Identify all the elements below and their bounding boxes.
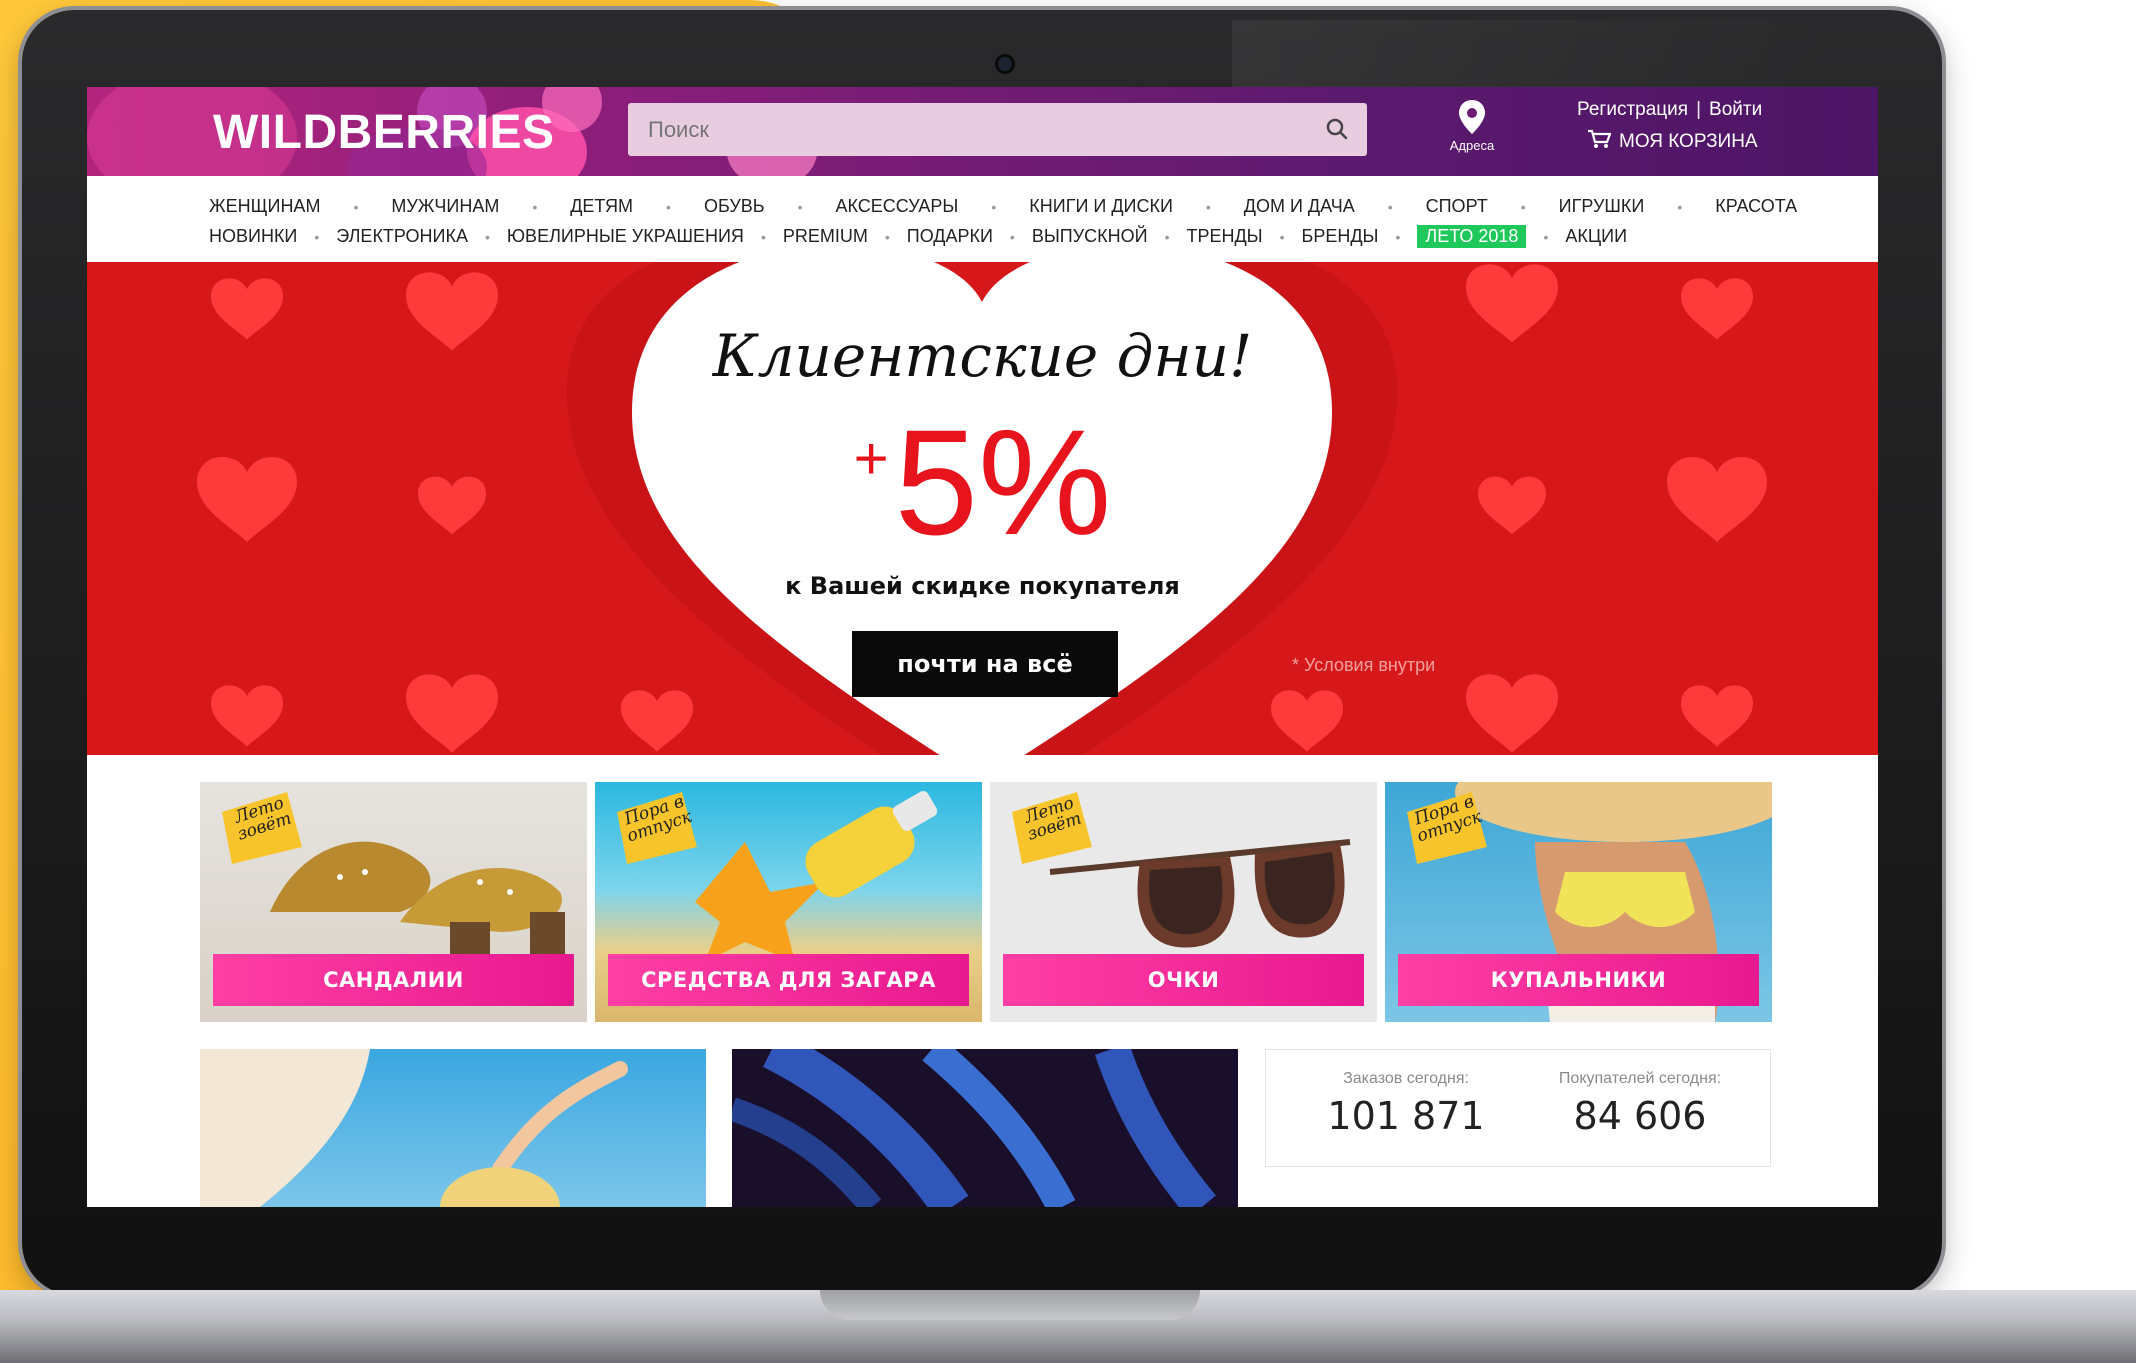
site-header: WILDBERRIES Адреса Регистрация | Войти <box>87 87 1878 176</box>
category-tiles: Лето зовёт САНДАЛИИ Пора в отпуск СРЕДСТ… <box>200 782 1774 1022</box>
cart-icon <box>1587 129 1612 155</box>
category-nav: ЖЕНЩИНАМ • МУЖЧИНАМ • ДЕТЯМ • ОБУВЬ • АКСЕССУАРЫ… <box>87 176 1878 262</box>
nav-item[interactable]: ЖЕНЩИНАМ <box>209 196 320 217</box>
auth-block: Регистрация | Войти МОЯ КОРЗИНА <box>1577 99 1762 155</box>
category-tile-sandals[interactable]: Лето зовёт САНДАЛИИ <box>200 782 587 1022</box>
nav-item[interactable]: КНИГИ И ДИСКИ <box>1029 196 1173 217</box>
nav-item[interactable]: ДЕТЯМ <box>570 196 633 217</box>
nav-item[interactable]: ЭЛЕКТРОНИКА <box>336 226 468 247</box>
sticker: Лето зовёт <box>212 792 304 868</box>
category-tile-sunscreen[interactable]: Пора в отпуск СРЕДСТВА ДЛЯ ЗАГАРА <box>595 782 982 1022</box>
cart-label: МОЯ КОРЗИНА <box>1619 131 1758 152</box>
category-tile-glasses[interactable]: Лето зовёт ОЧКИ <box>990 782 1377 1022</box>
tropical-image <box>732 1049 1216 1207</box>
nav-item[interactable]: ЮВЕЛИРНЫЕ УКРАШЕНИЯ <box>507 226 744 247</box>
nav-separator: • <box>991 198 997 215</box>
nav-item[interactable]: МУЖЧИНАМ <box>391 196 499 217</box>
address-label: Адреса <box>1449 138 1495 153</box>
search-input[interactable] <box>628 103 1367 156</box>
nav-item[interactable]: АКЦИИ <box>1565 226 1627 247</box>
nav-item[interactable]: ДОМ И ДАЧА <box>1244 196 1355 217</box>
sticker: Пора в отпуск <box>1397 791 1489 868</box>
nav-separator: • <box>1543 228 1549 245</box>
promo-banner[interactable]: Клиентские дни! +5% к Вашей скидке покуп… <box>87 262 1878 755</box>
nav-item[interactable]: БРЕНДЫ <box>1302 226 1379 247</box>
promo-image-tropical[interactable] <box>732 1049 1238 1207</box>
stat-customers: Покупателей сегодня: 84 606 <box>1530 1070 1750 1138</box>
nav-separator: • <box>760 228 766 245</box>
location-pin-icon <box>1457 100 1487 139</box>
banner-content: Клиентские дни! +5% к Вашей скидке покуп… <box>87 262 1878 755</box>
nav-item[interactable]: СПОРТ <box>1426 196 1488 217</box>
banner-percent-value: 5% <box>894 398 1112 566</box>
nav-item[interactable]: ОБУВЬ <box>704 196 765 217</box>
nav-item[interactable]: ПОДАРКИ <box>907 226 993 247</box>
nav-item[interactable]: ИГРУШКИ <box>1559 196 1645 217</box>
nav-item[interactable]: PREMIUM <box>783 226 868 247</box>
nav-item[interactable]: АКСЕССУАРЫ <box>836 196 959 217</box>
banner-title: Клиентские дни! <box>712 322 1253 390</box>
nav-separator: • <box>353 198 359 215</box>
nav-separator: • <box>1009 228 1015 245</box>
browser-screen: WILDBERRIES Адреса Регистрация | Войти <box>87 87 1878 1207</box>
banner-button[interactable]: почти на всё <box>852 631 1118 697</box>
auth-separator: | <box>1696 99 1702 120</box>
category-label: ОЧКИ <box>1003 954 1364 1006</box>
stat-orders: Заказов сегодня: 101 871 <box>1296 1070 1516 1138</box>
customers-value: 84 606 <box>1573 1094 1707 1138</box>
nav-separator: • <box>1520 198 1526 215</box>
category-label: СРЕДСТВА ДЛЯ ЗАГАРА <box>608 954 969 1006</box>
nav-item[interactable]: ТРЕНДЫ <box>1186 226 1262 247</box>
nav-separator: • <box>314 228 320 245</box>
nav-separator: • <box>884 228 890 245</box>
cart-link[interactable]: МОЯ КОРЗИНА <box>1587 129 1762 155</box>
nav-separator: • <box>1279 228 1285 245</box>
nav-separator: • <box>532 198 538 215</box>
camera <box>998 57 1012 71</box>
search-box[interactable] <box>628 103 1367 156</box>
nav-separator: • <box>1164 228 1170 245</box>
orders-label: Заказов сегодня: <box>1343 1070 1469 1087</box>
nav-item[interactable]: НОВИНКИ <box>209 226 297 247</box>
banner-percent: +5% <box>87 407 1878 557</box>
banner-conditions[interactable]: * Условия внутри <box>1292 655 1435 676</box>
banner-plus: + <box>853 425 889 492</box>
sticker: Лето зовёт <box>1002 792 1094 868</box>
category-label: КУПАЛЬНИКИ <box>1398 954 1759 1006</box>
nav-separator: • <box>1677 198 1683 215</box>
nav-separator: • <box>797 198 803 215</box>
sticker: Пора в отпуск <box>607 791 699 868</box>
nav-separator: • <box>1387 198 1393 215</box>
nav-separator: • <box>666 198 671 215</box>
customers-label: Покупателей сегодня: <box>1558 1070 1722 1087</box>
laptop-notch <box>820 1290 1200 1320</box>
promo-image-summer[interactable] <box>200 1049 706 1207</box>
summer-image <box>200 1049 628 1207</box>
nav-item[interactable]: КРАСОТА <box>1715 196 1797 217</box>
orders-value: 101 871 <box>1327 1094 1485 1138</box>
login-link[interactable]: Войти <box>1709 99 1762 121</box>
nav-row-2: НОВИНКИ • ЭЛЕКТРОНИКА • ЮВЕЛИРНЫЕ УКРАШЕНИЯ •… <box>209 225 1627 248</box>
nav-separator: • <box>484 228 490 245</box>
nav-separator: • <box>1395 228 1401 245</box>
category-tile-swimwear[interactable]: Пора в отпуск КУПАЛЬНИКИ <box>1385 782 1772 1022</box>
nav-item[interactable]: ЛЕТО 2018 <box>1417 225 1527 248</box>
nav-item[interactable]: ВЫПУСКНОЙ <box>1032 226 1148 247</box>
address-link[interactable]: Адреса <box>1442 99 1502 153</box>
banner-subtitle: к Вашей скидке покупателя <box>785 572 1180 600</box>
register-link[interactable]: Регистрация <box>1577 99 1688 121</box>
category-label: САНДАЛИИ <box>213 954 574 1006</box>
nav-row-1: ЖЕНЩИНАМ • МУЖЧИНАМ • ДЕТЯМ • ОБУВЬ • АКСЕССУАРЫ… <box>209 196 1797 217</box>
stats-panel: Заказов сегодня: 101 871 Покупателей сег… <box>1265 1049 1771 1167</box>
site-logo[interactable]: WILDBERRIES <box>213 105 555 160</box>
search-icon[interactable] <box>1325 117 1349 146</box>
nav-separator: • <box>1205 198 1211 215</box>
